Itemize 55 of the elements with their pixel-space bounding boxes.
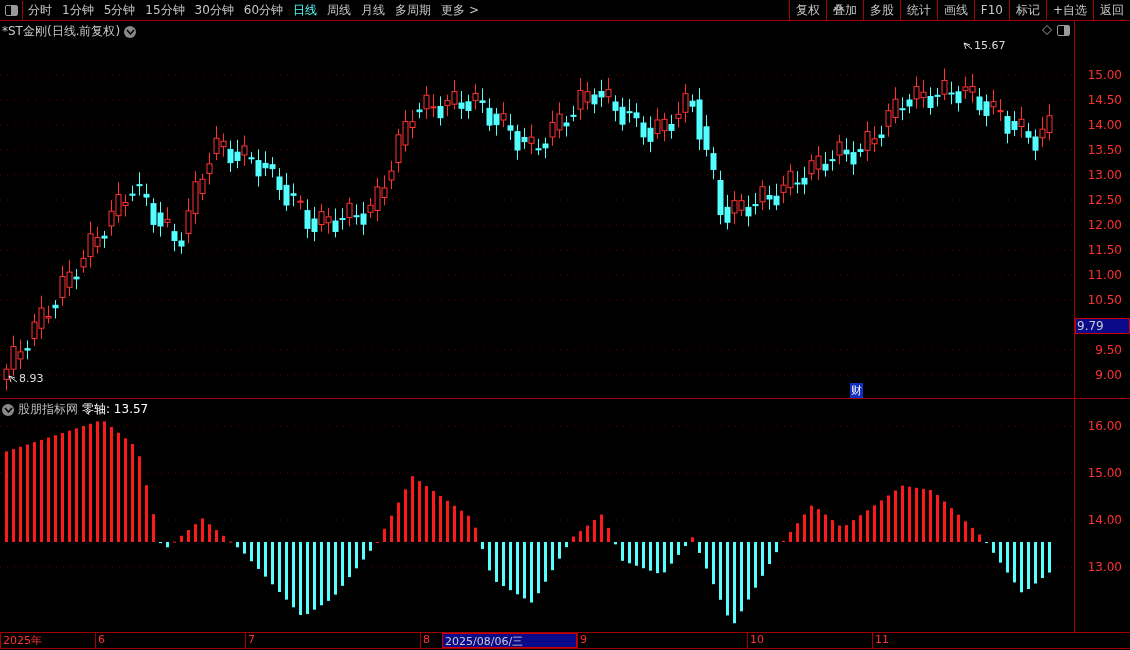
toolbar-button[interactable]: 复权 [788,0,826,20]
toolbar-button[interactable]: 返回 [1093,0,1130,20]
date-label: 2025年 [0,633,95,648]
panel-toggle-icon[interactable] [1056,23,1070,37]
period-tab[interactable]: 更多 > [436,0,484,20]
axis-tick-label: 13.00 [1087,168,1122,182]
period-tab[interactable]: 5分钟 [98,0,141,20]
current-price-label: 9.79 [1075,318,1130,334]
period-tab[interactable]: 1分钟 [57,0,99,20]
pointer-arrow-icon [8,374,18,383]
toolbar-button[interactable]: +自选 [1045,0,1093,20]
period-tab[interactable]: 多周期 [390,0,437,20]
axis-tick-label: 12.00 [1087,218,1122,232]
toolbar-button[interactable]: 统计 [899,0,937,20]
axis-tick-label: 9.00 [1095,368,1122,382]
pointer-arrow-icon [963,41,973,50]
axis-tick-label: 13.00 [1087,560,1122,574]
date-label: 2025/08/06/三 [442,633,577,648]
toolbar-button[interactable]: 画线 [936,0,974,20]
axis-tick-label: 15.00 [1087,68,1122,82]
period-tab[interactable]: 15分钟 [140,0,190,20]
date-label: 6 [95,633,245,648]
date-label: 9 [577,633,747,648]
dropdown-icon[interactable] [124,25,137,38]
axis-tick-label: 14.00 [1087,513,1122,527]
axis-tick-label: 9.50 [1095,343,1122,357]
high-price-label: 15.67 [974,39,1006,52]
chart-title: *ST金刚(日线.前复权) [2,23,121,40]
axis-tick-label: 15.00 [1087,466,1122,480]
date-label: 11 [872,633,997,648]
axis-tick-label: 11.50 [1087,243,1122,257]
event-marker[interactable]: 财 [850,383,863,398]
axis-tick-label: 16.00 [1087,419,1122,433]
axis-tick-label: 12.50 [1087,193,1122,207]
low-price-label: 8.93 [19,372,44,385]
axis-tick-label: 13.50 [1087,143,1122,157]
period-tab[interactable]: 月线 [356,0,391,20]
indicator-value: 零轴: 13.57 [82,401,149,418]
period-tab[interactable]: 日线 [288,0,323,20]
date-label: 10 [747,633,872,648]
axis-tick-label: 11.00 [1087,268,1122,282]
period-tab[interactable]: 60分钟 [238,0,289,20]
indicator-name: 股朋指标网 [18,401,78,418]
toolbar-button[interactable]: 多股 [862,0,900,20]
period-tab[interactable]: 30分钟 [189,0,239,20]
dropdown-icon[interactable] [2,403,14,416]
toolbar-button[interactable]: 叠加 [825,0,863,20]
axis-tick-label: 14.50 [1087,93,1122,107]
axis-tick-label: 10.50 [1087,293,1122,307]
axis-tick-label: 14.00 [1087,118,1122,132]
toolbar-button[interactable]: 标记 [1008,0,1046,20]
toolbar-button[interactable]: F10 [973,0,1009,20]
date-label: 7 [245,633,420,648]
period-tab[interactable]: 周线 [322,0,357,20]
period-tab[interactable]: 分时 [23,0,57,20]
